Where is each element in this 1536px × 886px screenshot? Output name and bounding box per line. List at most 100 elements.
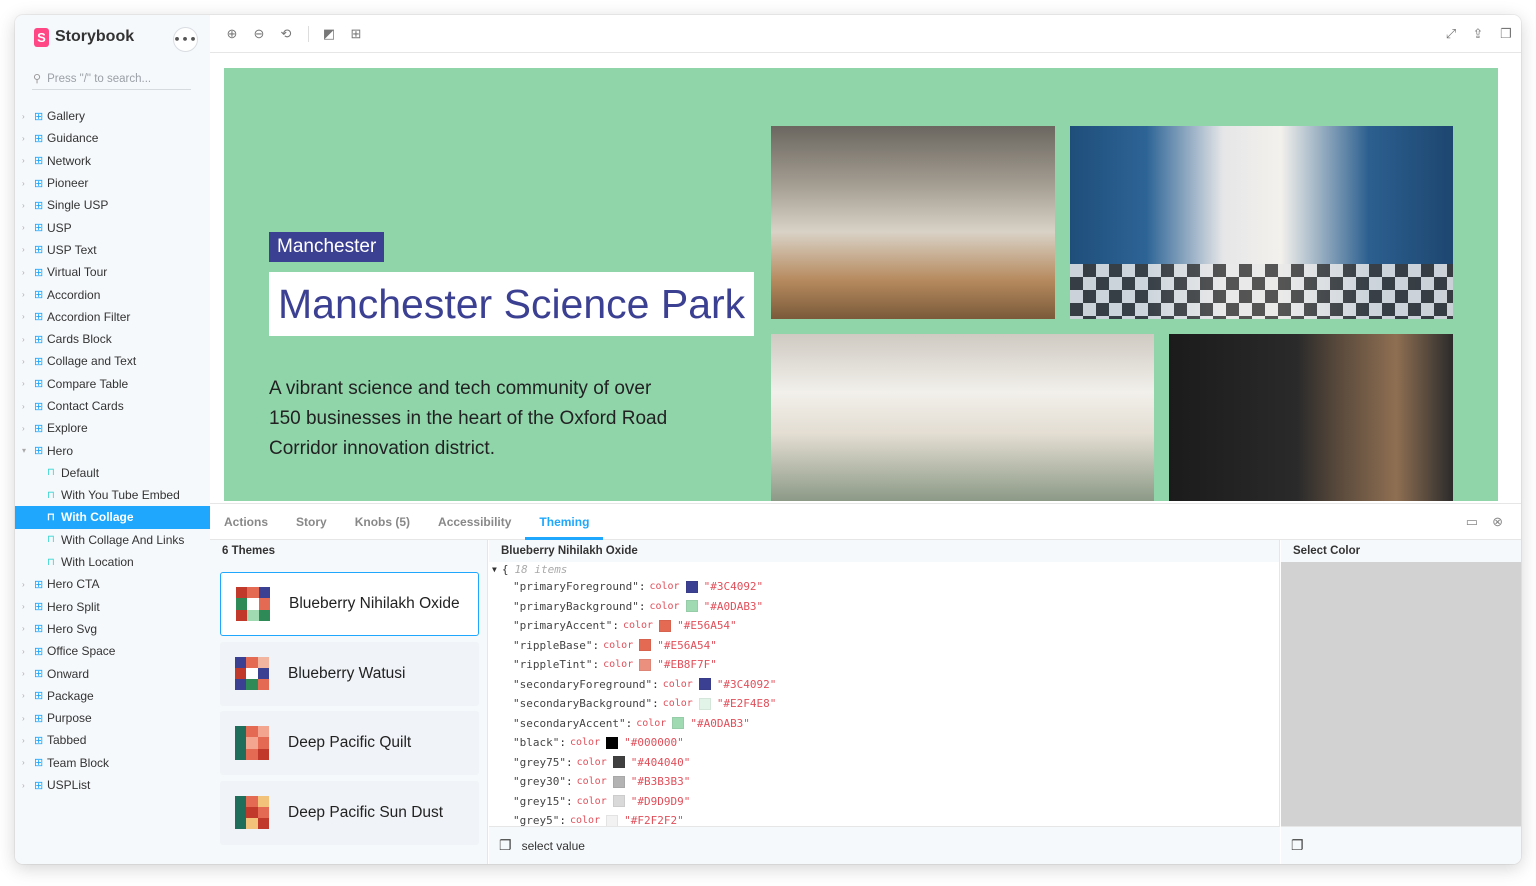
share-icon[interactable]: ⇪ bbox=[1470, 26, 1486, 42]
json-entry[interactable]: "secondaryBackground" : color "#E2F4E8" bbox=[489, 694, 1280, 714]
search-input[interactable] bbox=[47, 72, 178, 85]
color-swatch[interactable] bbox=[606, 736, 619, 749]
json-root[interactable]: ▼ { 18 items bbox=[489, 562, 1280, 577]
sidebar-item-virtual-tour[interactable]: › ⊞ Virtual Tour bbox=[15, 261, 210, 283]
sidebar-item-network[interactable]: › ⊞ Network bbox=[15, 150, 210, 172]
sidebar-item-label: Gallery bbox=[47, 109, 86, 124]
sidebar-item-pioneer[interactable]: › ⊞ Pioneer bbox=[15, 172, 210, 194]
sidebar-item-tabbed[interactable]: › ⊞ Tabbed bbox=[15, 729, 210, 751]
tab-actions[interactable]: Actions bbox=[210, 504, 282, 540]
json-entry[interactable]: "rippleTint" : color "#EB8F7F" bbox=[489, 655, 1280, 675]
sidebar-item-label: Cards Block bbox=[47, 332, 112, 347]
sidebar-item-package[interactable]: › ⊞ Package bbox=[15, 685, 210, 707]
color-swatch[interactable] bbox=[639, 658, 652, 671]
color-swatch[interactable] bbox=[685, 600, 698, 613]
sidebar-item-office-space[interactable]: › ⊞ Office Space bbox=[15, 640, 210, 662]
sidebar-item-hero[interactable]: ▾ ⊞ Hero bbox=[15, 439, 210, 461]
theme-card[interactable]: Blueberry Watusi bbox=[220, 641, 479, 706]
sidebar-item-accordion[interactable]: › ⊞ Accordion bbox=[15, 283, 210, 305]
zoom-out-icon[interactable]: ⊖ bbox=[251, 26, 267, 42]
json-entry[interactable]: "grey30" : color "#B3B3B3" bbox=[489, 772, 1280, 792]
theme-swatch-icon bbox=[235, 726, 269, 760]
sidebar-item-collage-and-text[interactable]: › ⊞ Collage and Text bbox=[15, 350, 210, 372]
sidebar-item-accordion-filter[interactable]: › ⊞ Accordion Filter bbox=[15, 306, 210, 328]
color-swatch[interactable] bbox=[659, 619, 672, 632]
brand[interactable]: S Storybook bbox=[34, 27, 134, 47]
sidebar-menu-button[interactable]: ••• bbox=[173, 27, 198, 52]
sidebar-item-gallery[interactable]: › ⊞ Gallery bbox=[15, 105, 210, 127]
json-type-label: color bbox=[636, 717, 667, 729]
addon-tabs: Actions Story Knobs (5) Accessibility Themin… bbox=[210, 504, 1521, 540]
color-swatch[interactable] bbox=[612, 756, 625, 769]
json-entry[interactable]: "grey5" : color "#F2F2F2" bbox=[489, 811, 1280, 826]
tab-accessibility[interactable]: Accessibility bbox=[424, 504, 525, 540]
json-entry[interactable]: "primaryAccent" : color "#E56A54" bbox=[489, 616, 1280, 636]
sidebar-item-contact-cards[interactable]: › ⊞ Contact Cards bbox=[15, 395, 210, 417]
story-item-with-you-tube-embed[interactable]: ⊓ With You Tube Embed bbox=[15, 484, 210, 506]
component-icon: ⊞ bbox=[34, 244, 44, 257]
json-entry[interactable]: "primaryBackground" : color "#A0DAB3" bbox=[489, 597, 1280, 617]
chevron-right-icon: › bbox=[22, 669, 25, 679]
color-swatch[interactable] bbox=[606, 814, 619, 826]
json-entry[interactable]: "primaryForeground" : color "#3C4092" bbox=[489, 577, 1280, 597]
chevron-right-icon: › bbox=[22, 602, 25, 612]
panel-position-icon[interactable]: ▭ bbox=[1466, 514, 1478, 530]
color-swatch[interactable] bbox=[612, 795, 625, 808]
json-entry[interactable]: "secondaryForeground" : color "#3C4092" bbox=[489, 675, 1280, 695]
copy-link-icon[interactable]: ❐ bbox=[1498, 26, 1514, 42]
tab-knobs-5[interactable]: Knobs (5) bbox=[341, 504, 424, 540]
color-swatch[interactable] bbox=[698, 697, 711, 710]
close-panel-icon[interactable]: ⊗ bbox=[1492, 514, 1503, 530]
theme-card[interactable]: Deep Pacific Sun Dust bbox=[220, 780, 479, 845]
json-entry[interactable]: "grey75" : color "#404040" bbox=[489, 753, 1280, 773]
json-colon: : bbox=[612, 619, 619, 633]
preview-toolbar: ⊕ ⊖ ⟲ ◩ ⊞ ⤢ ⇪ ❐ bbox=[210, 15, 1521, 53]
sidebar-item-team-block[interactable]: › ⊞ Team Block bbox=[15, 752, 210, 774]
sidebar-item-usp[interactable]: › ⊞ USP bbox=[15, 216, 210, 238]
json-entry[interactable]: "black" : color "#000000" bbox=[489, 733, 1280, 753]
color-picker-area[interactable] bbox=[1281, 562, 1521, 826]
background-icon[interactable]: ◩ bbox=[321, 26, 337, 42]
sidebar-item-onward[interactable]: › ⊞ Onward bbox=[15, 662, 210, 684]
story-item-default[interactable]: ⊓ Default bbox=[15, 462, 210, 484]
collapse-caret-icon[interactable]: ▼ bbox=[492, 565, 497, 574]
sidebar-item-hero-cta[interactable]: › ⊞ Hero CTA bbox=[15, 573, 210, 595]
color-swatch[interactable] bbox=[685, 580, 698, 593]
json-entry[interactable]: "rippleBase" : color "#E56A54" bbox=[489, 636, 1280, 656]
json-entry[interactable]: "secondaryAccent" : color "#A0DAB3" bbox=[489, 714, 1280, 734]
color-swatch[interactable] bbox=[672, 717, 685, 730]
sidebar-item-usp-text[interactable]: › ⊞ USP Text bbox=[15, 239, 210, 261]
grid-icon[interactable]: ⊞ bbox=[348, 26, 364, 42]
zoom-reset-icon[interactable]: ⟲ bbox=[278, 26, 294, 42]
copy-color-icon[interactable]: ❐ bbox=[1291, 837, 1304, 854]
sidebar-item-single-usp[interactable]: › ⊞ Single USP bbox=[15, 194, 210, 216]
story-item-with-collage[interactable]: ⊓ With Collage bbox=[15, 506, 210, 529]
tab-theming[interactable]: Theming bbox=[525, 504, 604, 540]
json-colon: : bbox=[592, 638, 600, 652]
theme-card[interactable]: Blueberry Nihilakh Oxide bbox=[220, 572, 479, 636]
sidebar-item-guidance[interactable]: › ⊞ Guidance bbox=[15, 127, 210, 149]
sidebar-item-compare-table[interactable]: › ⊞ Compare Table bbox=[15, 373, 210, 395]
sidebar-item-explore[interactable]: › ⊞ Explore bbox=[15, 417, 210, 439]
color-swatch[interactable] bbox=[698, 678, 711, 691]
component-icon: ⊞ bbox=[34, 155, 44, 168]
fullscreen-icon[interactable]: ⤢ bbox=[1443, 26, 1459, 42]
sidebar-item-cards-block[interactable]: › ⊞ Cards Block bbox=[15, 328, 210, 350]
copy-icon[interactable]: ❐ bbox=[499, 837, 512, 854]
color-swatch[interactable] bbox=[612, 775, 625, 788]
theme-card[interactable]: Deep Pacific Quilt bbox=[220, 711, 479, 775]
color-swatch[interactable] bbox=[639, 639, 652, 652]
story-item-with-location[interactable]: ⊓ With Location bbox=[15, 551, 210, 573]
json-entry[interactable]: "grey15" : color "#D9D9D9" bbox=[489, 792, 1280, 812]
sidebar-item-hero-svg[interactable]: › ⊞ Hero Svg bbox=[15, 618, 210, 640]
story-item-with-collage-and-links[interactable]: ⊓ With Collage And Links bbox=[15, 529, 210, 551]
sidebar-item-purpose[interactable]: › ⊞ Purpose bbox=[15, 707, 210, 729]
zoom-in-icon[interactable]: ⊕ bbox=[224, 26, 240, 42]
chevron-right-icon: › bbox=[22, 646, 25, 656]
bookmark-icon: ⊓ bbox=[47, 534, 55, 546]
sidebar-item-label: Accordion Filter bbox=[47, 309, 131, 324]
select-value-label: select value bbox=[521, 838, 585, 853]
tab-story[interactable]: Story bbox=[282, 504, 341, 540]
sidebar-item-usplist[interactable]: › ⊞ USPList bbox=[15, 774, 210, 796]
sidebar-item-hero-split[interactable]: › ⊞ Hero Split bbox=[15, 596, 210, 618]
